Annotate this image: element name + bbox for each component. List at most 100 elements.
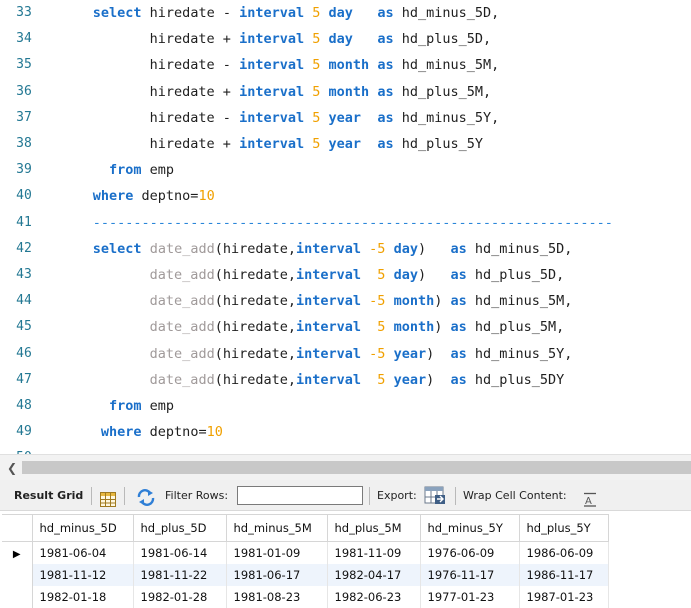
table-row[interactable]: 1981-11-12 1981-11-22 1981-06-17 1982-04-17… (2, 563, 609, 586)
column-header[interactable]: hd_plus_5D (132, 514, 227, 542)
scrollbar-thumb[interactable] (22, 461, 691, 474)
table-cell[interactable]: 1981-06-14 (133, 541, 227, 564)
code-text[interactable]: hiredate + interval 5 day as hd_plus_5D, (44, 26, 491, 52)
row-selector[interactable]: ▶ (2, 541, 33, 564)
table-cell[interactable]: 1982-01-28 (133, 585, 227, 608)
code-text[interactable]: where deptno=10 (44, 183, 215, 209)
table-cell[interactable]: 1977-01-23 (420, 585, 520, 608)
export-icon[interactable] (423, 485, 447, 506)
table-cell[interactable]: 1976-06-09 (420, 541, 520, 564)
line-number: 47 (16, 371, 32, 387)
code-line[interactable]: 34 hiredate + interval 5 day as hd_plus_… (0, 26, 691, 52)
code-text[interactable]: hiredate - interval 5 year as hd_minus_5… (44, 105, 500, 131)
table-row[interactable]: ▶ 1981-06-04 1981-06-14 1981-01-09 1981-11-0… (2, 541, 609, 564)
table-cell[interactable]: 1981-06-17 (226, 563, 328, 586)
code-line[interactable]: 39 from emp (0, 157, 691, 183)
line-number: 49 (16, 424, 32, 440)
code-text[interactable]: ----------------------------------------… (44, 210, 613, 236)
line-number: 43 (16, 267, 32, 282)
filter-icon[interactable] (136, 487, 156, 506)
code-line[interactable]: 37 hiredate - interval 5 year as hd_minu… (0, 105, 691, 131)
code-line[interactable]: 41 -------------------------------------… (0, 210, 691, 236)
table-cell[interactable]: 1981-11-09 (327, 541, 421, 564)
column-header[interactable]: hd_plus_5M (326, 514, 421, 542)
code-text[interactable]: select hiredate - interval 5 day as hd_m… (44, 0, 500, 26)
table-cell[interactable]: 1982-06-23 (327, 585, 421, 608)
code-line[interactable]: 38 hiredate + interval 5 year as hd_plus… (0, 131, 691, 157)
code-token: (hiredate, (214, 293, 296, 310)
row-selector-header[interactable] (2, 514, 33, 542)
code-token: day (328, 31, 353, 48)
code-text[interactable]: date_add(hiredate,interval 5 year) as hd… (44, 367, 565, 393)
row-selector[interactable] (2, 585, 33, 608)
code-text[interactable]: date_add(hiredate,interval -5 month) as … (44, 288, 573, 314)
code-line[interactable]: 48 from emp (0, 393, 691, 419)
table-cell[interactable]: 1981-01-09 (226, 541, 328, 564)
table-row[interactable]: 1982-01-18 1982-01-28 1981-08-23 1982-06-23… (2, 585, 609, 608)
table-cell[interactable]: 1981-11-12 (32, 563, 134, 586)
code-token: (hiredate, (214, 267, 296, 283)
code-line[interactable]: 36 hiredate + interval 5 month as hd_plu… (0, 79, 691, 105)
code-token: hd_minus_5D, (466, 240, 573, 257)
code-line[interactable]: 33 select hiredate - interval 5 day as h… (0, 0, 691, 26)
code-line[interactable]: 43 date_add(hiredate,interval 5 day) as … (0, 262, 691, 288)
table-cell[interactable]: 1981-11-22 (133, 563, 227, 586)
table-cell[interactable]: 1981-06-04 (32, 541, 134, 564)
column-header[interactable]: hd_minus_5Y (419, 514, 520, 542)
filter-rows-input[interactable] (237, 486, 363, 505)
code-text[interactable]: date_add(hiredate,interval 5 day) as hd_… (44, 262, 565, 288)
code-token: select (44, 5, 142, 21)
left-arrow-icon[interactable]: ❮ (4, 459, 20, 477)
code-line[interactable]: 47 date_add(hiredate,interval 5 year) as… (0, 367, 691, 393)
code-line[interactable]: 45 date_add(hiredate,interval 5 month) a… (0, 314, 691, 340)
code-text[interactable]: hiredate + interval 5 month as hd_plus_5… (44, 79, 491, 105)
code-text[interactable]: where deptno=10 (44, 419, 223, 445)
code-line[interactable]: 46 date_add(hiredate,interval -5 year) a… (0, 341, 691, 367)
code-text[interactable]: date_add(hiredate,interval 5 month) as h… (44, 314, 565, 340)
table-cell[interactable]: 1986-06-09 (519, 541, 609, 564)
table-cell[interactable]: 1982-04-17 (327, 563, 421, 586)
code-line[interactable]: 49 where deptno=10 (0, 419, 691, 445)
code-token: hd_plus_5Y (393, 136, 483, 152)
current-row-arrow-icon: ▶ (12, 548, 21, 560)
table-cell[interactable]: 1987-01-23 (519, 585, 609, 608)
code-line[interactable]: 44 date_add(hiredate,interval -5 month) … (0, 288, 691, 314)
code-text[interactable]: from emp (44, 157, 174, 183)
sql-editor[interactable]: 33 select hiredate - interval 5 day as h… (0, 0, 691, 454)
code-token: hiredate - (44, 57, 240, 74)
code-token: month (393, 293, 435, 310)
code-text[interactable]: from emp (44, 393, 174, 419)
code-text[interactable]: date_add(hiredate,interval -5 year) as h… (44, 341, 573, 367)
code-text[interactable]: hiredate + interval 5 year as hd_plus_5Y (44, 131, 483, 157)
code-token: interval (239, 57, 305, 74)
code-line[interactable]: 40 where deptno=10 (0, 183, 691, 209)
code-text[interactable]: select date_add(hiredate,interval -5 day… (44, 236, 573, 262)
table-cell[interactable]: 1982-01-18 (32, 585, 134, 608)
code-token: month (328, 57, 370, 74)
code-line[interactable]: 35 hiredate - interval 5 month as hd_min… (0, 52, 691, 78)
code-line[interactable]: 50 (0, 445, 691, 454)
toolbar-separator (369, 487, 370, 505)
column-header[interactable]: hd_minus_5M (225, 514, 328, 542)
code-text[interactable]: hiredate - interval 5 month as hd_minus_… (44, 52, 500, 78)
wrap-text-icon[interactable]: A (583, 488, 597, 507)
line-number: 44 (16, 293, 32, 309)
code-token: ) (426, 345, 451, 362)
table-cell[interactable]: 1986-11-17 (519, 563, 609, 586)
code-line[interactable]: 42 select date_add(hiredate,interval -5 … (0, 236, 691, 262)
horizontal-scrollbar[interactable]: ❮ (0, 454, 691, 480)
table-cell[interactable]: 1976-11-17 (420, 563, 520, 586)
row-selector[interactable] (2, 563, 33, 586)
result-grid-tab[interactable]: Result Grid (14, 480, 83, 511)
line-number: 38 (16, 136, 32, 151)
grid-view-icon[interactable] (100, 488, 116, 507)
line-number: 34 (16, 31, 32, 47)
column-header[interactable]: hd_plus_5Y (518, 514, 609, 542)
code-token: date_add (149, 267, 215, 283)
column-header[interactable]: hd_minus_5D (31, 514, 134, 542)
code-token: select (44, 240, 142, 257)
table-cell[interactable]: 1981-08-23 (226, 585, 328, 608)
code-token: as (377, 57, 394, 74)
